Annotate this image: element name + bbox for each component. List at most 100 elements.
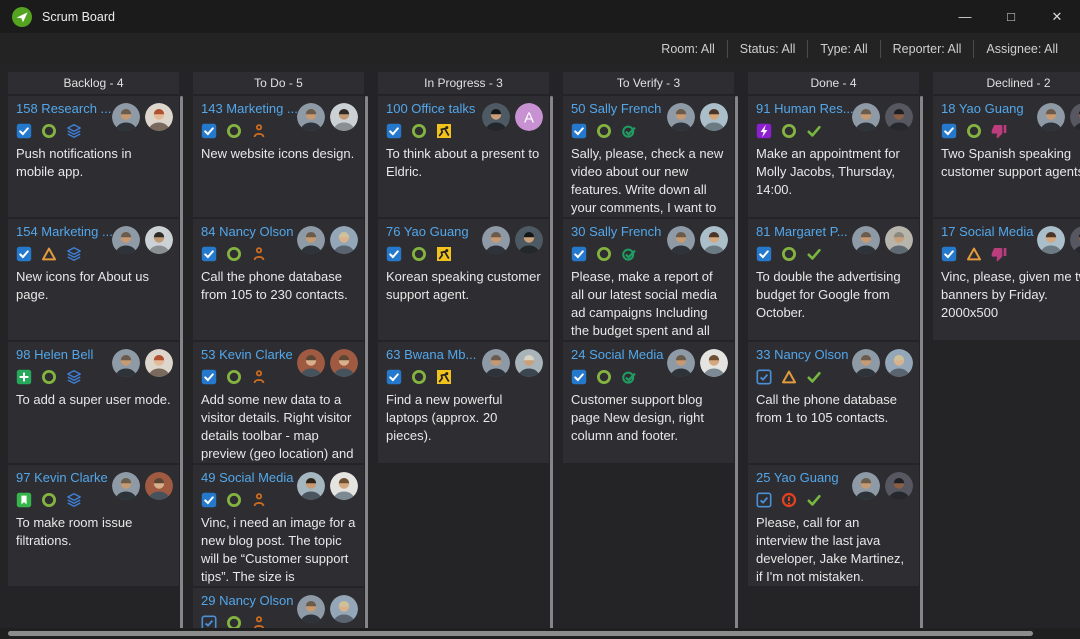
card-title[interactable]: 24 Social Media bbox=[571, 346, 669, 363]
ring-icon bbox=[226, 492, 242, 508]
card[interactable]: 18 Yao Guang Two Spanish speaking custome… bbox=[933, 96, 1080, 217]
card[interactable]: 49 Social Media Vinc, i need an image for… bbox=[193, 465, 364, 586]
app-icon bbox=[12, 7, 32, 27]
card-title[interactable]: 76 Yao Guang bbox=[386, 223, 484, 240]
card-text: Call the phone database from 1 to 105 co… bbox=[756, 391, 911, 427]
card-avatars bbox=[482, 349, 543, 377]
card[interactable]: 91 Human Res...Make an appointment for M… bbox=[748, 96, 919, 217]
avatar bbox=[112, 103, 140, 131]
task-outline-icon bbox=[756, 492, 772, 508]
filter-status[interactable]: Status: All bbox=[727, 40, 808, 58]
card-title[interactable]: 84 Nancy Olson bbox=[201, 223, 299, 240]
ring-icon bbox=[41, 369, 57, 385]
card[interactable]: 143 Marketing ...New website icons desig… bbox=[193, 96, 364, 217]
card-text: Call the phone database from 105 to 230 … bbox=[201, 268, 356, 304]
avatar bbox=[112, 472, 140, 500]
task-icon bbox=[16, 246, 32, 262]
filter-assignee[interactable]: Assignee: All bbox=[973, 40, 1070, 58]
card[interactable]: 25 Yao GuangPlease, call for an intervie… bbox=[748, 465, 919, 586]
card[interactable]: 30 Sally French Please, make a report of … bbox=[563, 219, 734, 340]
card-title[interactable]: 91 Human Res... bbox=[756, 100, 854, 117]
avatar bbox=[1037, 226, 1065, 254]
layers-icon bbox=[66, 123, 82, 139]
card-title[interactable]: 33 Nancy Olson bbox=[756, 346, 854, 363]
vertical-scrollbar[interactable] bbox=[920, 96, 923, 633]
card[interactable]: 97 Kevin ClarkeTo make room issue filtra… bbox=[8, 465, 179, 586]
plus-icon bbox=[16, 369, 32, 385]
avatar bbox=[482, 226, 510, 254]
card-title[interactable]: 53 Kevin Clarke bbox=[201, 346, 299, 363]
card-title[interactable]: 50 Sally French bbox=[571, 100, 669, 117]
card[interactable]: 84 Nancy Olson Call the phone database fr… bbox=[193, 219, 364, 340]
card[interactable]: 53 Kevin ClarkeAdd some new data to a vi… bbox=[193, 342, 364, 463]
card[interactable]: 158 Research ... Push notifications in mo… bbox=[8, 96, 179, 217]
card-title[interactable]: 25 Yao Guang bbox=[756, 469, 854, 486]
card[interactable]: 100 Office talksATo think about a presen… bbox=[378, 96, 549, 217]
card-avatars bbox=[667, 349, 728, 377]
task-icon bbox=[201, 492, 217, 508]
task-icon bbox=[941, 123, 957, 139]
layers-icon bbox=[66, 246, 82, 262]
card[interactable]: 98 Helen BellTo add a super user mode. bbox=[8, 342, 179, 463]
column-cards: 18 Yao Guang Two Spanish speaking custome… bbox=[933, 96, 1080, 340]
minimize-button[interactable]: — bbox=[942, 0, 988, 33]
card[interactable]: 17 Social MediaVinc, please, given me tw… bbox=[933, 219, 1080, 340]
card[interactable]: 81 Margaret P...To double the advertisin… bbox=[748, 219, 919, 340]
card-title[interactable]: 18 Yao Guang bbox=[941, 100, 1039, 117]
board-column: Declined - 218 Yao GuangTwo Spanish spea… bbox=[933, 72, 1080, 639]
card-text: Two Spanish speaking customer support ag… bbox=[941, 145, 1080, 181]
triangle-icon bbox=[966, 246, 982, 262]
filter-room[interactable]: Room: All bbox=[649, 40, 727, 58]
card[interactable]: 33 Nancy Olson Call the phone database fr… bbox=[748, 342, 919, 463]
card-text: Push notifications in mobile app. bbox=[16, 145, 171, 181]
card-title[interactable]: 30 Sally French bbox=[571, 223, 669, 240]
task-outline-icon bbox=[756, 369, 772, 385]
card-title[interactable]: 17 Social Media bbox=[941, 223, 1039, 240]
avatar bbox=[1070, 226, 1080, 254]
filter-reporter[interactable]: Reporter: All bbox=[880, 40, 974, 58]
card[interactable]: 76 Yao Guang Korean speaking customer sup… bbox=[378, 219, 549, 340]
ring-icon bbox=[596, 369, 612, 385]
close-button[interactable]: ✕ bbox=[1034, 0, 1080, 33]
card-title[interactable]: 143 Marketing ... bbox=[201, 100, 299, 117]
avatar bbox=[297, 226, 325, 254]
card-avatars bbox=[112, 103, 173, 131]
card-title[interactable]: 81 Margaret P... bbox=[756, 223, 854, 240]
card-text: Vinc, i need an image for a new blog pos… bbox=[201, 514, 356, 586]
check-icon bbox=[806, 123, 822, 139]
board: Backlog - 4158 Research ...Push notifica… bbox=[0, 65, 1080, 639]
bolt-icon bbox=[756, 123, 772, 139]
horizontal-scrollbar[interactable] bbox=[0, 628, 1080, 639]
card-title[interactable]: 98 Helen Bell bbox=[16, 346, 114, 363]
task-icon bbox=[756, 246, 772, 262]
card[interactable]: 63 Bwana Mb...Find a new powerful laptop… bbox=[378, 342, 549, 463]
card-avatars bbox=[112, 226, 173, 254]
horizontal-scrollbar-thumb[interactable] bbox=[8, 631, 1033, 636]
avatar bbox=[852, 103, 880, 131]
filter-type[interactable]: Type: All bbox=[807, 40, 879, 58]
vertical-scrollbar[interactable] bbox=[550, 96, 553, 633]
vertical-scrollbar[interactable] bbox=[735, 96, 738, 633]
card[interactable]: 154 Marketing ...New icons for About us … bbox=[8, 219, 179, 340]
layers-icon bbox=[66, 369, 82, 385]
vertical-scrollbar[interactable] bbox=[180, 96, 183, 633]
card-text: Korean speaking customer support agent. bbox=[386, 268, 541, 304]
card-title[interactable]: 29 Nancy Olson bbox=[201, 592, 299, 609]
card-title[interactable]: 97 Kevin Clarke bbox=[16, 469, 114, 486]
maximize-button[interactable]: □ bbox=[988, 0, 1034, 33]
card-title[interactable]: 49 Social Media bbox=[201, 469, 299, 486]
avatar bbox=[852, 349, 880, 377]
card-title[interactable]: 158 Research ... bbox=[16, 100, 114, 117]
vertical-scrollbar[interactable] bbox=[365, 96, 368, 633]
avatar bbox=[330, 349, 358, 377]
avatar bbox=[700, 103, 728, 131]
card[interactable]: 24 Social MediaCustomer support blog pag… bbox=[563, 342, 734, 463]
card-title[interactable]: 100 Office talks bbox=[386, 100, 484, 117]
ring-icon bbox=[596, 246, 612, 262]
card-title[interactable]: 154 Marketing ... bbox=[16, 223, 114, 240]
card[interactable]: 50 Sally FrenchSally, please, check a ne… bbox=[563, 96, 734, 217]
svg-text:A: A bbox=[524, 110, 534, 127]
card-text: Please, make a report of all our latest … bbox=[571, 268, 726, 340]
card-title[interactable]: 63 Bwana Mb... bbox=[386, 346, 484, 363]
progress-icon bbox=[436, 369, 452, 385]
